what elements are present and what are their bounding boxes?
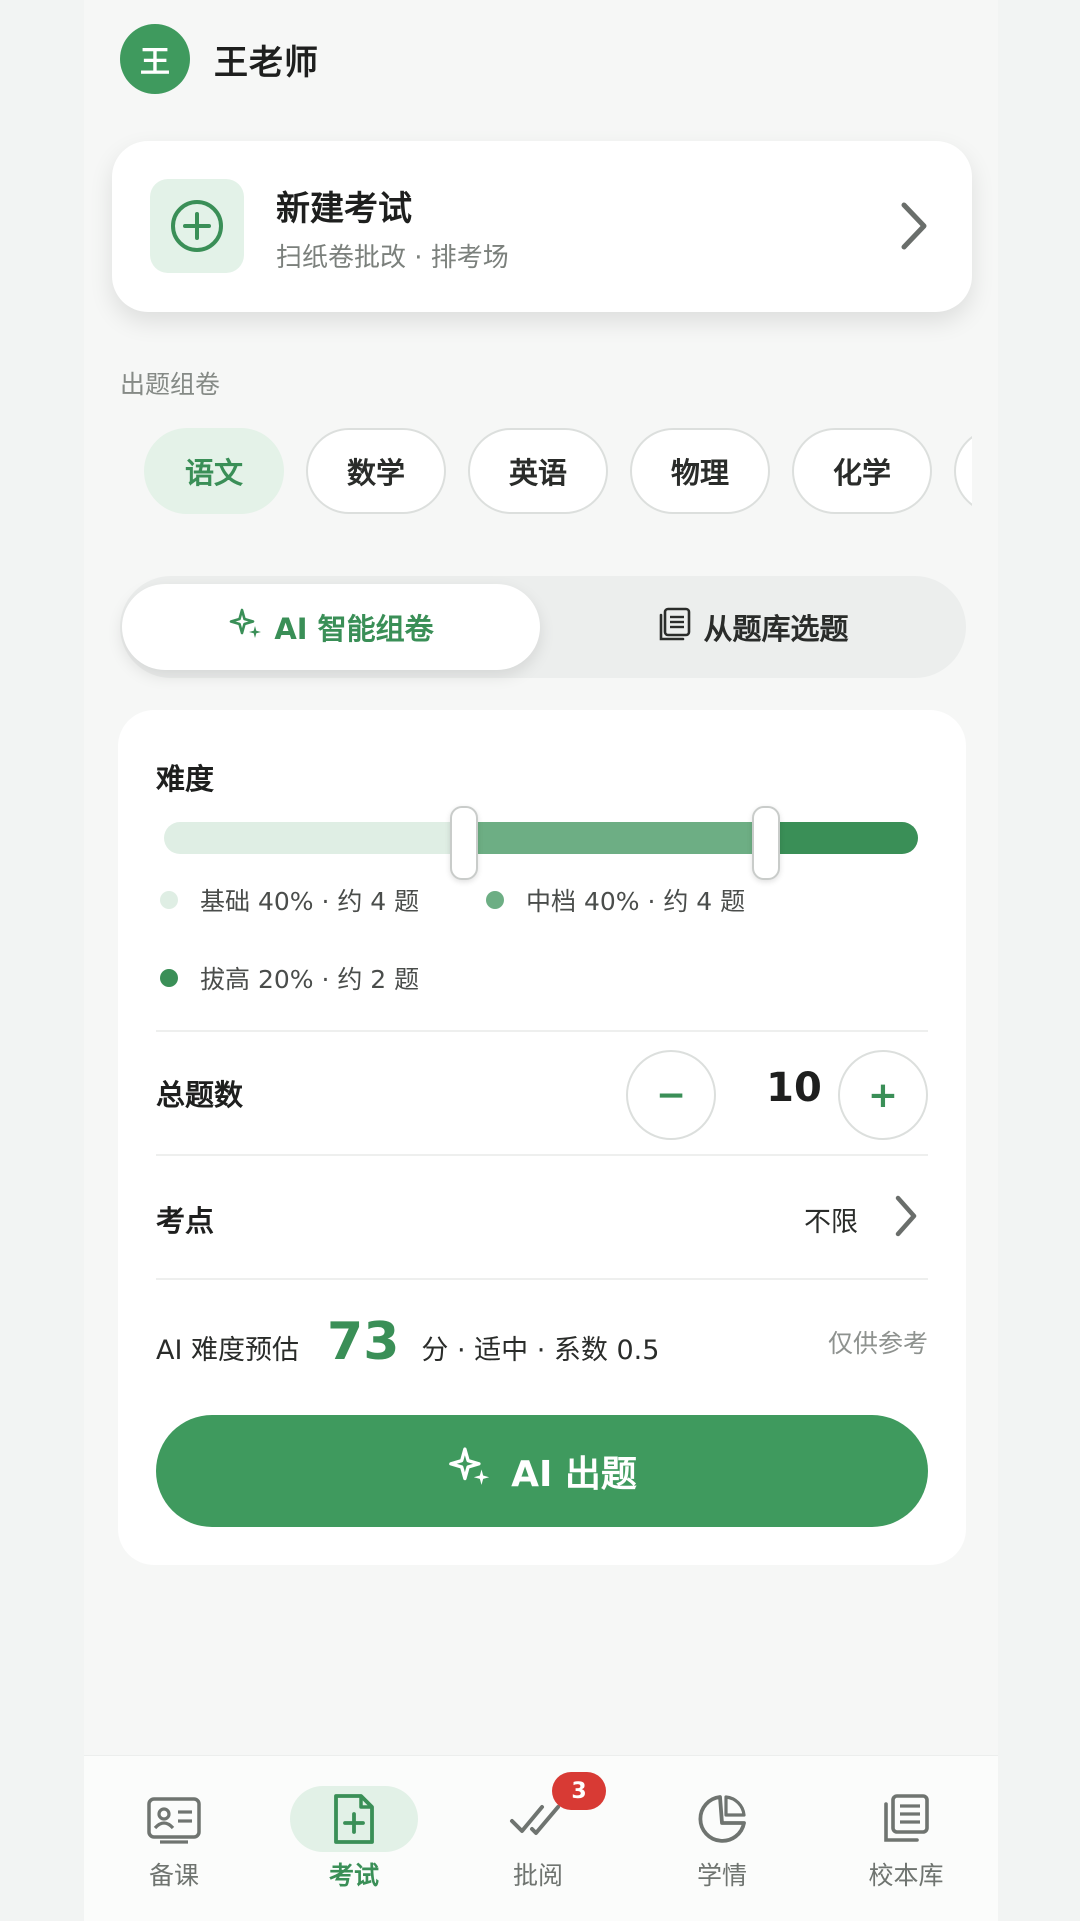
legend-medium: 中档 40% · 约 4 题: [486, 882, 745, 918]
difficulty-handle-1[interactable]: [450, 806, 478, 880]
legend-advanced: 拔高 20% · 约 2 题: [160, 960, 419, 996]
nav-label: 学情: [696, 1861, 747, 1890]
subject-chip-math[interactable]: 数学: [306, 428, 446, 514]
tab-question-bank-label: 从题库选题: [703, 612, 849, 646]
divider: [156, 1278, 928, 1280]
knowledge-points-value[interactable]: 不限: [804, 1200, 858, 1239]
ai-generate-label: AI 出题: [511, 1454, 637, 1495]
library-icon: [842, 1786, 970, 1852]
book-list-icon: [657, 606, 703, 649]
divider: [156, 1154, 928, 1156]
new-exam-subtitle: 扫纸卷批改 · 排考场: [276, 243, 509, 273]
increment-button[interactable]: +: [838, 1050, 928, 1140]
subject-chip-chemistry[interactable]: 化学: [792, 428, 932, 514]
difficulty-slider-track[interactable]: [164, 822, 918, 854]
difficulty-title: 难度: [156, 762, 215, 796]
teacher-name: 王老师: [214, 42, 319, 83]
new-exam-title: 新建考试: [276, 189, 412, 229]
id-card-icon: [110, 1786, 238, 1852]
subject-chip-english[interactable]: 英语: [468, 428, 608, 514]
nav-item-learning-analytics[interactable]: 学情: [632, 1756, 812, 1921]
dot-basic: [160, 891, 178, 909]
total-questions-label: 总题数: [156, 1078, 244, 1112]
nav-item-lesson-prep[interactable]: 备课: [84, 1756, 264, 1921]
estimate-suffix: 分 · 适中 · 系数 0.5: [421, 1335, 660, 1366]
subject-chip-more[interactable]: [954, 428, 972, 514]
bottom-nav: 备课 考试 3 批阅 学情 校本库: [84, 1755, 998, 1921]
subject-chips: 语文 数学 英语 物理 化学: [144, 428, 972, 520]
legend-basic: 基础 40% · 约 4 题: [160, 882, 419, 918]
subject-chip-physics[interactable]: 物理: [630, 428, 770, 514]
subject-chip-chinese[interactable]: 语文: [144, 428, 284, 514]
file-plus-icon: [290, 1786, 418, 1852]
tab-ai-compose[interactable]: AI 智能组卷: [122, 584, 540, 670]
header: 王 王老师: [120, 24, 319, 94]
ai-generate-button[interactable]: AI 出题: [156, 1415, 928, 1527]
ai-difficulty-estimate: AI 难度预估 73 分 · 适中 · 系数 0.5: [156, 1312, 659, 1372]
legend-basic-label: 基础 40% · 约 4 题: [200, 887, 420, 916]
decrement-button[interactable]: −: [626, 1050, 716, 1140]
nav-label: 考试: [328, 1861, 379, 1890]
dot-medium: [486, 891, 504, 909]
moon-chart-icon: [658, 1786, 786, 1852]
section-label: 出题组卷: [120, 370, 221, 399]
nav-label: 校本库: [868, 1861, 944, 1890]
estimate-note: 仅供参考: [827, 1329, 928, 1358]
new-exam-card[interactable]: 新建考试 扫纸卷批改 · 排考场: [112, 141, 972, 312]
sparkle-icon: [447, 1444, 511, 1499]
mode-tabs: AI 智能组卷 从题库选题: [120, 576, 966, 678]
sparkle-icon: [228, 606, 274, 649]
chevron-right-icon[interactable]: [892, 1192, 920, 1244]
plus-circle-icon: [150, 179, 244, 273]
nav-label: 批阅: [512, 1861, 563, 1890]
legend-advanced-label: 拔高 20% · 约 2 题: [200, 965, 420, 994]
nav-label: 备课: [148, 1861, 199, 1890]
tab-ai-compose-label: AI 智能组卷: [274, 612, 434, 646]
tab-question-bank[interactable]: 从题库选题: [540, 584, 966, 670]
difficulty-segment-medium: [464, 822, 766, 854]
legend-medium-label: 中档 40% · 约 4 题: [526, 887, 746, 916]
divider: [156, 1030, 928, 1032]
estimate-score: 73: [327, 1312, 400, 1372]
knowledge-points-label: 考点: [156, 1204, 215, 1238]
estimate-prefix: AI 难度预估: [156, 1335, 300, 1366]
nav-item-exam[interactable]: 考试: [264, 1756, 444, 1921]
dot-advanced: [160, 969, 178, 987]
notification-badge: 3: [552, 1772, 606, 1810]
nav-item-school-library[interactable]: 校本库: [816, 1756, 996, 1921]
chevron-right-icon: [898, 199, 928, 257]
difficulty-handle-2[interactable]: [752, 806, 780, 880]
avatar[interactable]: 王: [120, 24, 190, 94]
difficulty-segment-advanced: [766, 822, 918, 854]
nav-item-grading[interactable]: 3 批阅: [448, 1756, 628, 1921]
settings-card: 难度 基础 40% · 约 4 题 中档 40% · 约 4 题 拔高 20% …: [118, 710, 966, 1565]
